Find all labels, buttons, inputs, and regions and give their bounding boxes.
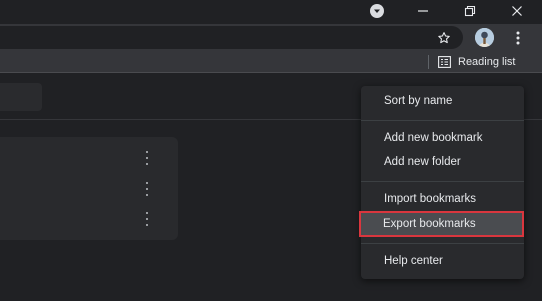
restore-icon bbox=[464, 5, 476, 17]
menu-item-add-new-bookmark[interactable]: Add new bookmark bbox=[361, 126, 524, 150]
avatar-image bbox=[475, 28, 494, 47]
title-bar bbox=[0, 0, 542, 24]
chevron-down-circle-icon bbox=[370, 4, 384, 18]
menu-divider bbox=[361, 120, 524, 121]
reading-list-icon bbox=[438, 56, 451, 68]
menu-item-sort-by-name[interactable]: Sort by name bbox=[361, 89, 524, 113]
restore-button[interactable] bbox=[455, 0, 485, 22]
menu-item-import-bookmarks[interactable]: Import bookmarks bbox=[361, 187, 524, 211]
bookmark-list-card bbox=[0, 137, 178, 240]
bookmark-row-menu-button[interactable] bbox=[141, 182, 153, 196]
menu-item-export-bookmarks[interactable]: Export bookmarks bbox=[359, 211, 524, 237]
minimize-button[interactable] bbox=[408, 0, 438, 22]
kebab-menu-icon bbox=[516, 31, 520, 45]
bookmark-row-menu-button[interactable] bbox=[141, 212, 153, 226]
menu-divider bbox=[361, 243, 524, 244]
close-icon bbox=[512, 6, 522, 16]
reading-list-button[interactable]: Reading list bbox=[438, 54, 515, 70]
minimize-icon bbox=[418, 10, 428, 12]
menu-divider bbox=[361, 181, 524, 182]
close-window-button[interactable] bbox=[502, 0, 532, 22]
menu-item-help-center[interactable]: Help center bbox=[361, 249, 524, 273]
bookmarks-bar: Reading list bbox=[0, 52, 542, 73]
profile-dropdown-button[interactable] bbox=[362, 0, 392, 22]
browser-toolbar bbox=[0, 24, 542, 52]
reading-list-label: Reading list bbox=[458, 56, 516, 68]
menu-item-add-new-folder[interactable]: Add new folder bbox=[361, 150, 524, 174]
chrome-menu-button[interactable] bbox=[512, 30, 524, 46]
bookmarks-bar-divider bbox=[428, 55, 429, 69]
address-bar[interactable] bbox=[0, 26, 463, 49]
bookmark-row-menu-button[interactable] bbox=[141, 151, 153, 165]
organize-menu: Sort by name Add new bookmark Add new fo… bbox=[359, 86, 524, 279]
search-bookmarks-input[interactable] bbox=[0, 83, 42, 111]
star-outline-icon[interactable] bbox=[437, 31, 451, 45]
profile-avatar[interactable] bbox=[475, 28, 494, 47]
